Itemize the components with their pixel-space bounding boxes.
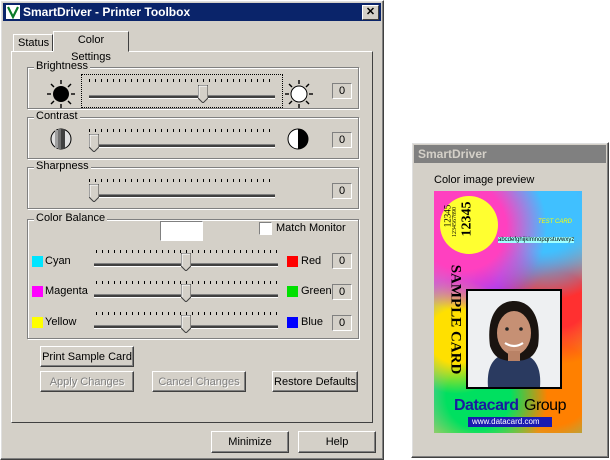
cancel-changes-label: Cancel Changes	[158, 376, 240, 388]
card-strip-text: abcdefghijklmnopqrstuvwxyz	[498, 237, 575, 243]
card-number-big: 12345	[459, 201, 475, 237]
contrast-ticks	[89, 129, 275, 132]
cyan-swatch	[32, 256, 43, 267]
match-monitor-checkbox[interactable]	[259, 222, 272, 235]
sharpness-group: Sharpness	[27, 160, 359, 209]
printer-toolbox-window: SmartDriver - Printer Toolbox ✕ Status C…	[0, 0, 384, 460]
magenta-label: Magenta	[45, 285, 88, 297]
card-number-small: 12345	[442, 204, 453, 228]
brightness-track	[89, 95, 275, 99]
match-monitor-label: Match Monitor	[276, 222, 346, 234]
card-sample-card-text: SAMPLE CARD	[447, 264, 464, 375]
portrait-icon	[468, 291, 560, 387]
card-number-small-2: 1234567890	[452, 207, 458, 237]
window-title: SmartDriver - Printer Toolbox	[23, 5, 191, 19]
sharpness-label: Sharpness	[34, 160, 91, 172]
restore-defaults-button[interactable]: Restore Defaults	[272, 371, 358, 392]
close-icon[interactable]: ✕	[362, 5, 379, 20]
contrast-track	[89, 144, 275, 148]
contrast-slider[interactable]	[89, 134, 99, 152]
preview-caption: Color image preview	[434, 174, 535, 186]
brightness-ticks	[89, 79, 275, 82]
magenta-swatch	[32, 286, 43, 297]
tab-color-settings[interactable]: Color Settings	[53, 31, 129, 63]
yellow-label: Yellow	[45, 316, 77, 328]
red-label: Red	[301, 255, 322, 267]
cyan-label: Cyan	[45, 255, 71, 267]
yellow-swatch	[32, 317, 43, 328]
apply-changes-button[interactable]: Apply Changes	[40, 371, 134, 392]
sharpness-track	[89, 194, 275, 198]
brightness-slider[interactable]	[198, 85, 209, 103]
yellow-blue-slider[interactable]	[181, 315, 191, 333]
card-brand-group: Group	[524, 397, 566, 414]
low-contrast-icon	[50, 128, 72, 150]
print-sample-card-button[interactable]: Print Sample Card	[40, 346, 134, 367]
tab-status-label: Status	[18, 37, 50, 49]
tab-status[interactable]: Status	[13, 34, 53, 52]
blue-swatch	[287, 317, 298, 328]
card-brand-datacard: Datacard	[454, 397, 519, 414]
magenta-green-slider[interactable]	[181, 284, 191, 302]
brightness-value: 0	[332, 83, 352, 99]
minimize-button[interactable]: Minimize	[211, 431, 289, 453]
light-sun-icon	[285, 80, 313, 108]
preview-title-bar[interactable]: SmartDriver	[414, 145, 606, 163]
card-photo	[466, 289, 562, 389]
cyan-red-value: 0	[332, 253, 352, 269]
title-bar[interactable]: SmartDriver - Printer Toolbox ✕	[3, 3, 381, 21]
card-url-text: www.datacard.com	[472, 417, 540, 426]
green-swatch	[287, 286, 298, 297]
contrast-value: 0	[332, 132, 352, 148]
sharpness-value: 0	[332, 183, 352, 199]
tab-color-settings-label: Color Settings	[71, 34, 111, 63]
help-label: Help	[325, 436, 349, 448]
preview-window-title: SmartDriver	[418, 147, 487, 161]
yellow-blue-value: 0	[332, 315, 352, 331]
cyan-red-slider[interactable]	[181, 253, 191, 271]
contrast-label: Contrast	[34, 110, 80, 122]
color-balance-label: Color Balance	[34, 212, 108, 224]
cancel-changes-button[interactable]: Cancel Changes	[152, 371, 246, 392]
card-test-card-text: TEST CARD	[538, 219, 573, 225]
high-contrast-icon	[287, 128, 309, 150]
magenta-green-value: 0	[332, 284, 352, 300]
preview-window: SmartDriver Color image preview 12345 12…	[411, 142, 609, 458]
apply-changes-label: Apply Changes	[49, 376, 125, 388]
sharpness-ticks	[89, 179, 275, 182]
help-button[interactable]: Help	[298, 431, 376, 453]
sharpness-slider[interactable]	[89, 184, 99, 202]
restore-defaults-label: Restore Defaults	[274, 376, 356, 388]
red-swatch	[287, 256, 298, 267]
green-label: Green	[301, 285, 332, 297]
dark-sun-icon	[47, 80, 75, 108]
app-icon	[6, 5, 20, 19]
print-sample-card-label: Print Sample Card	[42, 351, 132, 363]
minimize-label: Minimize	[228, 436, 272, 448]
sample-card-image: 12345 1234567890 12345 TEST CARD abcdefg…	[434, 191, 582, 433]
color-balance-preview-box	[160, 221, 203, 241]
blue-label: Blue	[301, 316, 324, 328]
